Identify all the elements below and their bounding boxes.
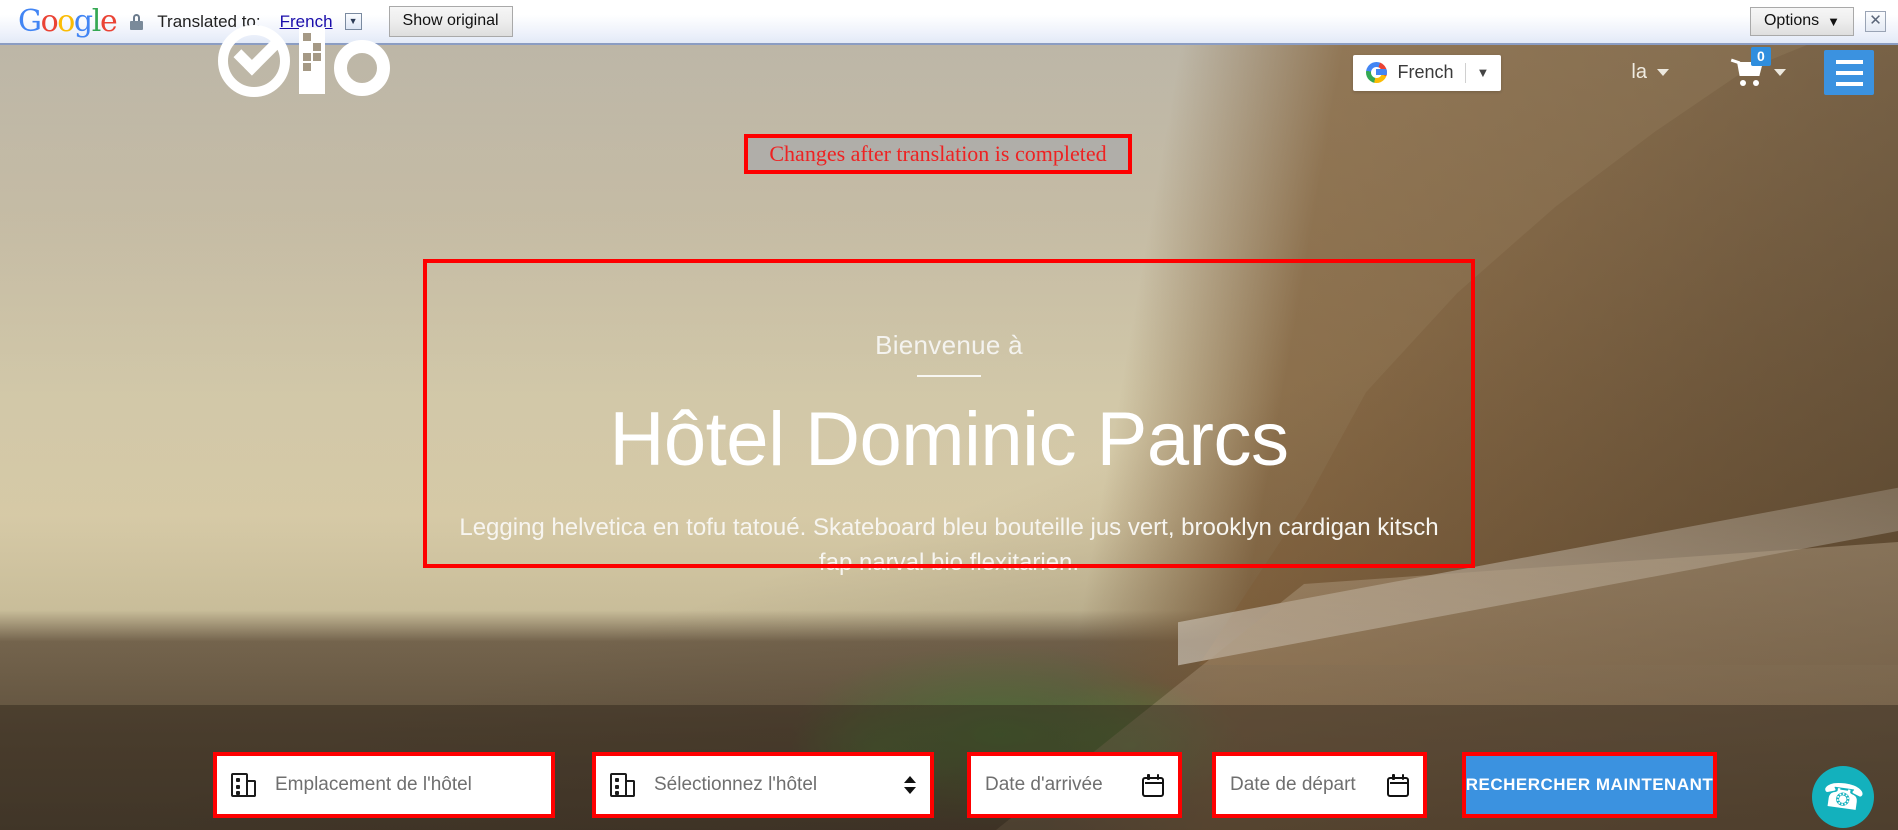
building-icon: [231, 772, 257, 798]
arrival-date-placeholder: Date d'arrivée: [985, 774, 1103, 795]
phone-call-icon[interactable]: ☎: [1812, 766, 1874, 828]
chevron-down-icon: [1657, 69, 1669, 76]
phone-glyph: ☎: [1819, 775, 1867, 819]
search-now-button[interactable]: RECHERCHER MAINTENANT: [1462, 752, 1717, 818]
hero-content: Bienvenue à Hôtel Dominic Parcs Legging …: [423, 330, 1475, 581]
chevron-down-icon: [1774, 69, 1786, 76]
select-arrows-icon: [904, 774, 916, 796]
language-selector-divider: [1464, 62, 1466, 83]
language-selector[interactable]: French ▼: [1352, 54, 1502, 91]
hamburger-menu-icon[interactable]: [1824, 50, 1874, 95]
site-header: French ▼ la 0: [0, 0, 1898, 130]
header-right-group: French ▼ la 0: [1352, 47, 1874, 95]
logo-o-icon: [334, 40, 390, 96]
hero-divider: [917, 375, 981, 377]
calendar-icon: [1142, 773, 1164, 797]
chevron-down-icon: ▼: [1476, 65, 1490, 80]
account-menu[interactable]: la: [1631, 61, 1669, 84]
departure-date-input[interactable]: Date de départ: [1212, 752, 1427, 818]
hotel-search-form: Emplacement de l'hôtel Sélectionnez l'hô…: [0, 752, 1898, 822]
departure-date-placeholder: Date de départ: [1230, 774, 1356, 795]
annotation-note: Changes after translation is completed: [744, 134, 1132, 174]
logo-pixel-bar-icon: [299, 28, 325, 94]
google-g-icon: [1365, 62, 1387, 83]
cart-menu[interactable]: 0: [1730, 47, 1786, 86]
hero-welcome-text: Bienvenue à: [875, 330, 1023, 360]
logo-check-circle-icon: [218, 24, 290, 97]
cart-count-badge: 0: [1751, 47, 1771, 67]
site-logo[interactable]: [218, 24, 390, 97]
calendar-icon: [1387, 773, 1409, 797]
arrival-date-input[interactable]: Date d'arrivée: [967, 752, 1182, 818]
hotel-location-input[interactable]: Emplacement de l'hôtel: [213, 752, 555, 818]
hotel-select-value: Sélectionnez l'hôtel: [654, 774, 818, 795]
hotel-location-placeholder: Emplacement de l'hôtel: [275, 774, 472, 795]
hero-subtitle: Legging helvetica en tofu tatoué. Skateb…: [459, 514, 1439, 576]
page-title: Hôtel Dominic Parcs: [609, 397, 1289, 482]
building-icon: [610, 772, 636, 798]
hotel-select-dropdown[interactable]: Sélectionnez l'hôtel: [592, 752, 934, 818]
language-selector-value: French: [1397, 62, 1454, 82]
account-menu-label: la: [1631, 61, 1647, 83]
